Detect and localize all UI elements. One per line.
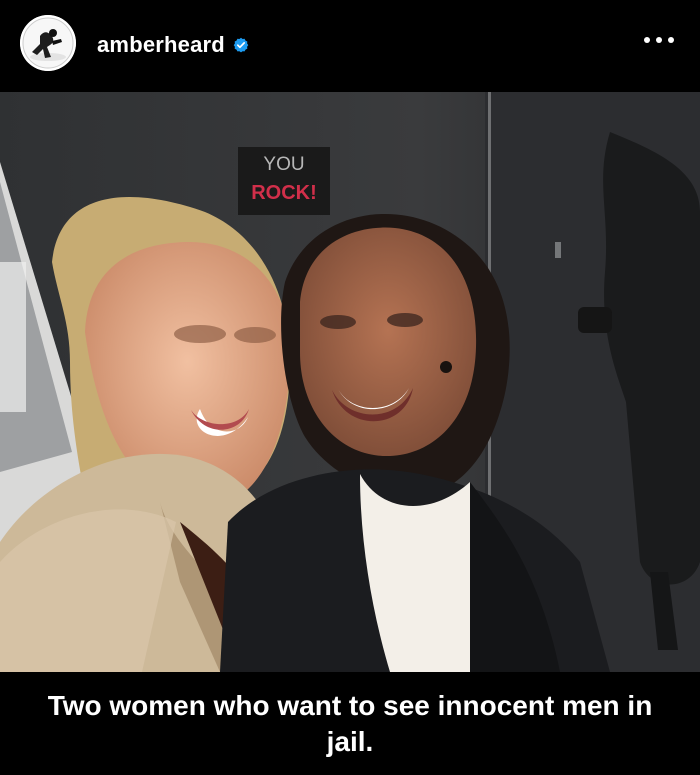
profile-avatar[interactable] [20,15,76,71]
verified-badge-icon [233,37,249,53]
post-photo[interactable]: YOU ROCK! [0,92,700,672]
username[interactable]: amberheard [97,32,225,58]
more-horizontal-icon[interactable] [642,34,676,46]
post-header: amberheard [0,0,700,92]
caption-text: Two women who want to see innocent men i… [47,689,653,757]
profile-avatar-icon [20,15,76,71]
selfie-photo: YOU ROCK! [0,92,700,672]
post-caption: Two women who want to see innocent men i… [0,672,700,775]
you-rock-sign: YOU ROCK! [238,147,330,215]
svg-text:YOU: YOU [263,154,304,175]
svg-text:ROCK!: ROCK! [251,182,317,204]
